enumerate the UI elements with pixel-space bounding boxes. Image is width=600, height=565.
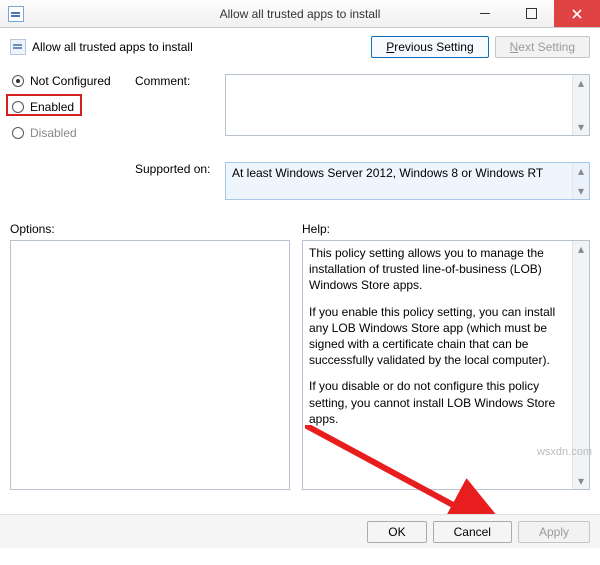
titlebar: Allow all trusted apps to install: [0, 0, 600, 28]
radio-label: Enabled: [30, 100, 74, 114]
minimize-button[interactable]: [462, 0, 508, 27]
window-title: Allow all trusted apps to install: [220, 7, 381, 21]
options-box[interactable]: [10, 240, 290, 490]
options-label: Options:: [10, 222, 290, 236]
help-label: Help:: [302, 222, 590, 236]
help-box[interactable]: This policy setting allows you to manage…: [302, 240, 590, 490]
state-radio-group: Not Configured Enabled Disabled: [10, 74, 135, 152]
help-paragraph: If you enable this policy setting, you c…: [309, 304, 569, 369]
help-paragraph: If you disable or do not configure this …: [309, 378, 569, 427]
scrollbar[interactable]: ▴▾: [572, 75, 589, 135]
comment-label: Comment:: [135, 74, 225, 136]
radio-label: Disabled: [30, 126, 77, 140]
policy-icon: [10, 39, 26, 55]
radio-dot-icon: [12, 75, 24, 87]
window-controls: [462, 0, 600, 27]
policy-title: Allow all trusted apps to install: [32, 40, 193, 54]
radio-enabled[interactable]: Enabled: [10, 100, 135, 114]
scrollbar[interactable]: ▴▾: [572, 163, 589, 199]
supported-on-box: At least Windows Server 2012, Windows 8 …: [225, 162, 590, 200]
cancel-button[interactable]: Cancel: [433, 521, 512, 543]
radio-label: Not Configured: [30, 74, 111, 88]
scrollbar[interactable]: ▴▾: [572, 241, 589, 489]
comment-input[interactable]: ▴▾: [225, 74, 590, 136]
maximize-button[interactable]: [508, 0, 554, 27]
next-setting-button[interactable]: Next Setting: [495, 36, 590, 58]
help-paragraph: This policy setting allows you to manage…: [309, 245, 569, 294]
radio-disabled[interactable]: Disabled: [10, 126, 135, 140]
ok-button[interactable]: OK: [367, 521, 426, 543]
radio-dot-icon: [12, 127, 24, 139]
supported-on-label: Supported on:: [135, 162, 225, 200]
window-icon: [8, 6, 24, 22]
close-button[interactable]: [554, 0, 600, 27]
apply-button[interactable]: Apply: [518, 521, 590, 543]
radio-not-configured[interactable]: Not Configured: [10, 74, 135, 88]
previous-setting-button[interactable]: Previous Setting: [371, 36, 488, 58]
supported-on-value: At least Windows Server 2012, Windows 8 …: [232, 166, 543, 180]
dialog-footer: OK Cancel Apply: [0, 514, 600, 548]
radio-dot-icon: [12, 101, 24, 113]
